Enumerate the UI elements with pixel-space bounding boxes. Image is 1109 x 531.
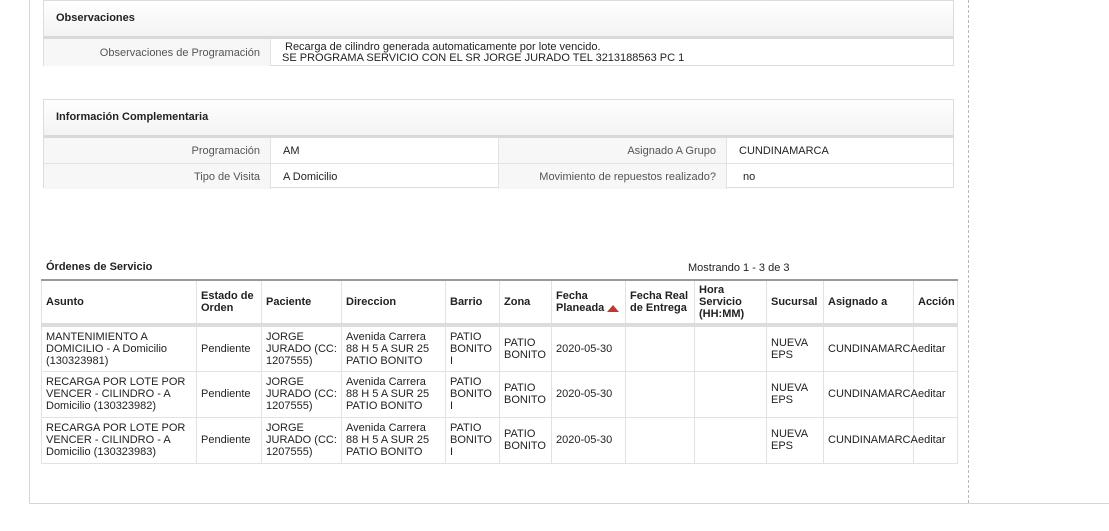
header-fecha-real-entrega[interactable]: Fecha Real de Entrega <box>625 279 695 327</box>
cell-barrio: PATIO BONITO I <box>445 417 500 464</box>
cell-accion: editar <box>913 417 958 464</box>
table-row: RECARGA POR LOTE POR VENCER - CILINDRO -… <box>41 371 958 418</box>
header-hora-servicio[interactable]: Hora Servicio (HH:MM) <box>694 279 767 327</box>
observaciones-panel: Observaciones Observaciones de Programac… <box>43 0 954 66</box>
cell-barrio: PATIO BONITO I <box>445 371 500 418</box>
sort-ascending-icon[interactable] <box>607 304 620 312</box>
editar-link[interactable]: editar <box>918 388 946 400</box>
header-fecha-planeada-label: Fecha Planeada <box>556 290 605 314</box>
table-row: MANTENIMIENTO A DOMICILIO - A Domicilio … <box>41 325 958 372</box>
movimiento-repuestos-value: no <box>743 170 756 183</box>
cell-asunto: RECARGA POR LOTE POR VENCER - CILINDRO -… <box>41 371 197 418</box>
cell-paciente: JORGE JURADO (CC: 1207555) <box>261 371 342 418</box>
informacion-complementaria-panel: Información Complementaria Programación … <box>43 99 954 189</box>
cell-asunto: RECARGA POR LOTE POR VENCER - CILINDRO -… <box>41 417 197 464</box>
asignado-grupo-value: CUNDINAMARCA <box>739 144 829 157</box>
cell-direccion: Avenida Carrera 88 H 5 A SUR 25 PATIO BO… <box>341 417 446 464</box>
header-direccion[interactable]: Direccion <box>341 279 446 327</box>
cell-sucursal: NUEVA EPS <box>766 371 824 418</box>
cell-fecha-planeada: 2020-05-30 <box>551 371 626 418</box>
content-frame-left-border <box>29 0 30 503</box>
cell-asignado: CUNDINAMARCA <box>823 371 918 418</box>
table-row: RECARGA POR LOTE POR VENCER - CILINDRO -… <box>41 417 958 464</box>
cell-direccion: Avenida Carrera 88 H 5 A SUR 25 PATIO BO… <box>341 371 446 418</box>
cell-zona: PATIO BONITO <box>499 325 552 372</box>
movimiento-repuestos-label: Movimiento de repuestos realizado? <box>499 164 727 189</box>
editar-link[interactable]: editar <box>918 434 946 446</box>
programacion-label: Programación <box>44 138 271 163</box>
observaciones-programacion-value: Recarga de cilindro generada automaticam… <box>271 39 684 66</box>
tipo-visita-label: Tipo de Visita <box>44 164 271 189</box>
cell-zona: PATIO BONITO <box>499 417 552 464</box>
cell-hora <box>694 325 767 372</box>
cell-paciente: JORGE JURADO (CC: 1207555) <box>261 325 342 372</box>
cell-sucursal: NUEVA EPS <box>766 325 824 372</box>
cell-estado: Pendiente <box>196 371 262 418</box>
header-estado-orden[interactable]: Estado de Orden <box>196 279 262 327</box>
cell-hora <box>694 371 767 418</box>
header-sucursal[interactable]: Sucursal <box>766 279 824 327</box>
ordenes-servicio-title: Órdenes de Servicio <box>46 261 153 273</box>
ordenes-pagination-count: Mostrando 1 - 3 de 3 <box>688 262 790 274</box>
cell-accion: editar <box>913 325 958 372</box>
cell-fecha-real <box>625 325 695 372</box>
cell-fecha-real <box>625 371 695 418</box>
cell-accion: editar <box>913 371 958 418</box>
header-asunto[interactable]: Asunto <box>41 279 197 327</box>
observaciones-line-1: Recarga de cilindro generada automaticam… <box>285 40 601 53</box>
cell-fecha-planeada: 2020-05-30 <box>551 325 626 372</box>
cell-estado: Pendiente <box>196 417 262 464</box>
cell-barrio: PATIO BONITO I <box>445 325 500 372</box>
observaciones-row: Observaciones de Programación Recarga de… <box>44 39 953 66</box>
observaciones-line-2: SE PROGRAMA SERVICIO CON EL SR JORGE JUR… <box>282 51 685 64</box>
cell-asignado: CUNDINAMARCA <box>823 325 918 372</box>
cell-asignado: CUNDINAMARCA <box>823 417 918 464</box>
cell-direccion: Avenida Carrera 88 H 5 A SUR 25 PATIO BO… <box>341 325 446 372</box>
content-frame-bottom-border <box>29 503 1109 504</box>
observaciones-title: Observaciones <box>44 1 953 39</box>
cell-paciente: JORGE JURADO (CC: 1207555) <box>261 417 342 464</box>
cell-sucursal: NUEVA EPS <box>766 417 824 464</box>
cell-fecha-real <box>625 417 695 464</box>
header-zona[interactable]: Zona <box>499 279 552 327</box>
info-row-visita: Tipo de Visita A Domicilio Movimiento de… <box>44 164 953 189</box>
informacion-complementaria-title: Información Complementaria <box>44 100 953 138</box>
asignado-grupo-label: Asignado A Grupo <box>499 138 727 163</box>
ordenes-servicio-table: Asunto Estado de Orden Paciente Direccio… <box>41 279 958 464</box>
cell-hora <box>694 417 767 464</box>
page-dashed-divider <box>968 0 969 503</box>
header-fecha-planeada[interactable]: Fecha Planeada <box>551 279 626 327</box>
header-barrio[interactable]: Barrio <box>445 279 500 327</box>
cell-fecha-planeada: 2020-05-30 <box>551 417 626 464</box>
observaciones-programacion-label: Observaciones de Programación <box>44 39 271 66</box>
header-asignado-a[interactable]: Asignado a <box>823 279 914 327</box>
header-paciente[interactable]: Paciente <box>261 279 342 327</box>
editar-link[interactable]: editar <box>918 343 946 355</box>
header-accion: Acción <box>913 279 958 327</box>
cell-estado: Pendiente <box>196 325 262 372</box>
cell-asunto: MANTENIMIENTO A DOMICILIO - A Domicilio … <box>41 325 197 372</box>
info-row-programacion: Programación AM Asignado A Grupo CUNDINA… <box>44 138 953 164</box>
table-header-row: Asunto Estado de Orden Paciente Direccio… <box>41 279 958 327</box>
cell-zona: PATIO BONITO <box>499 371 552 418</box>
tipo-visita-value: A Domicilio <box>271 164 499 189</box>
programacion-value: AM <box>271 138 499 163</box>
